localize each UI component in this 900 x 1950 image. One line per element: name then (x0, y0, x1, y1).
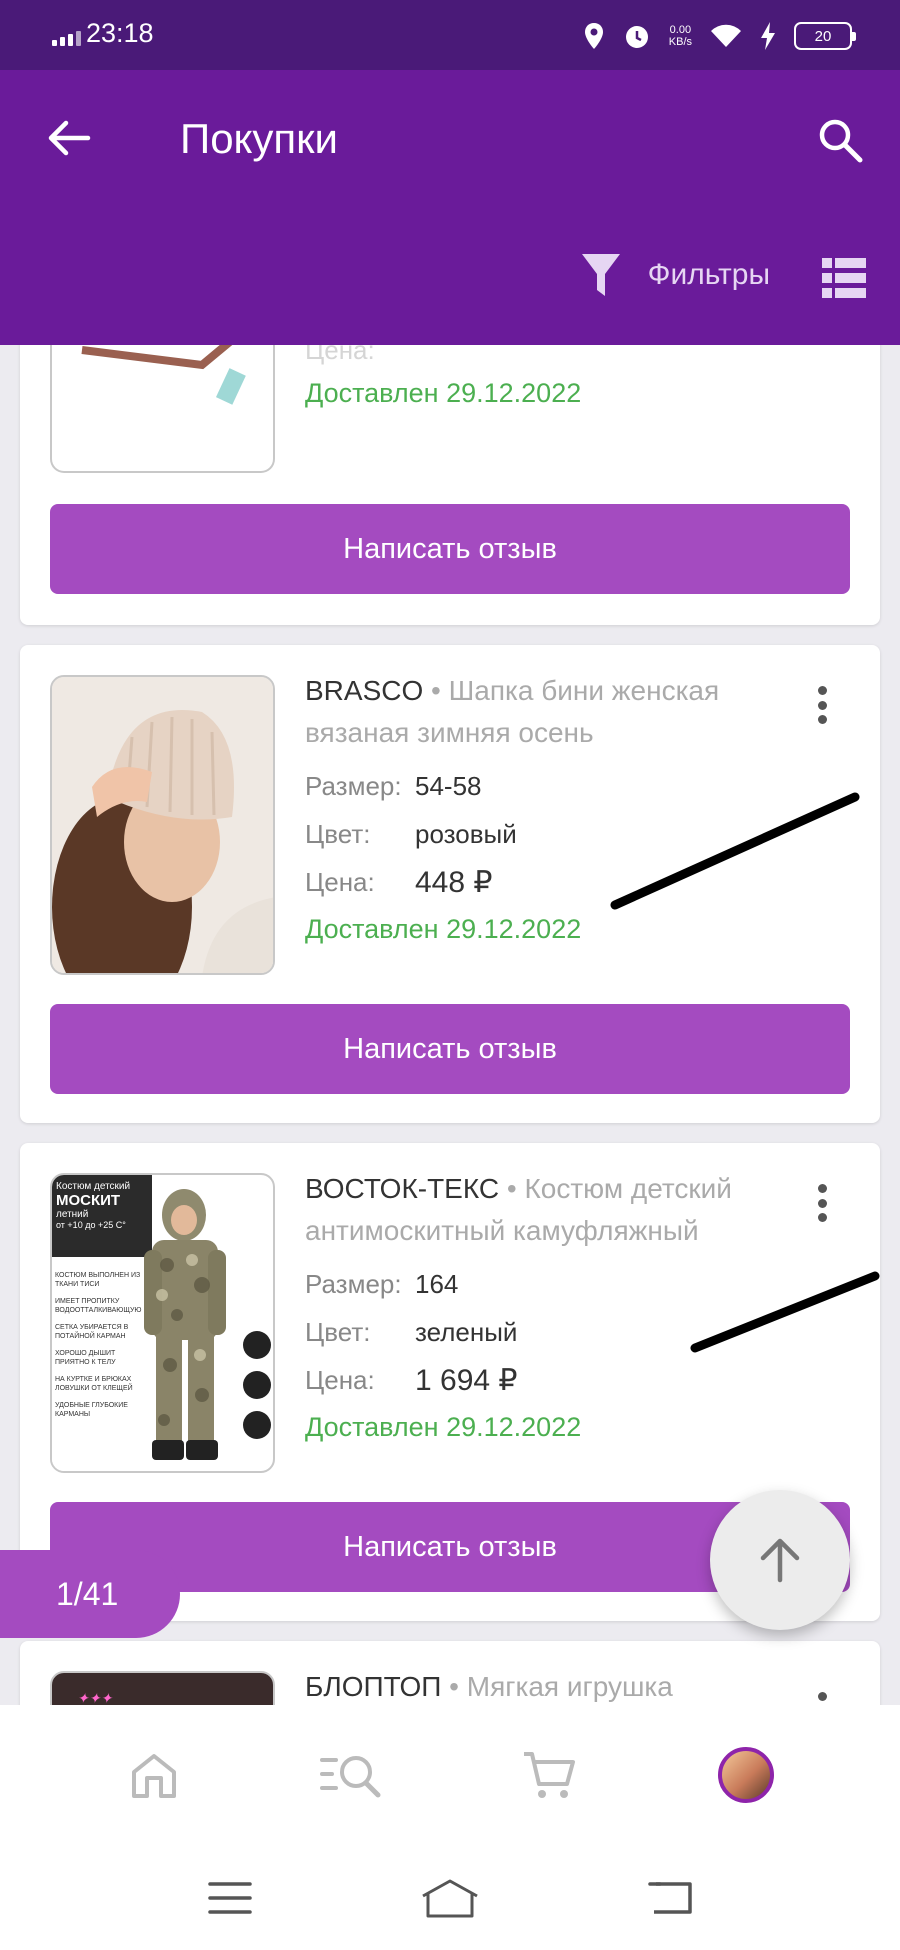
bottom-nav (0, 1705, 900, 1845)
profile-avatar (718, 1747, 775, 1803)
nav-catalog[interactable] (316, 1740, 386, 1810)
purchase-card: BRASCO • Шапка бини женская вязаная зимн… (20, 645, 880, 1123)
camo-suit-photo (144, 1189, 271, 1460)
nav-home[interactable] (119, 1740, 189, 1810)
svg-text:✦✦✦: ✦✦✦ (77, 1690, 113, 1705)
more-options-icon[interactable] (812, 680, 832, 730)
search-icon[interactable] (816, 116, 864, 164)
filters-button[interactable]: Фильтры (580, 252, 770, 298)
delivery-status: Доставлен 29.12.2022 (305, 1412, 582, 1442)
product-title[interactable]: ВОСТОК-ТЕКС • Костюм детский антимоскитн… (305, 1168, 805, 1252)
menu-icon (208, 1881, 252, 1914)
product-title[interactable]: BRASCO • Шапка бини женская вязаная зимн… (305, 670, 805, 754)
more-options-icon[interactable] (812, 1686, 832, 1705)
more-options-icon[interactable] (812, 1178, 832, 1228)
product-image[interactable]: ✦✦✦ (50, 1671, 275, 1705)
system-menu-button[interactable] (200, 1873, 260, 1923)
write-review-button[interactable]: Написать отзыв (50, 1004, 850, 1094)
product-image[interactable] (50, 675, 275, 975)
page-counter: 1/41 (0, 1550, 180, 1638)
nav-profile[interactable] (711, 1740, 781, 1810)
redaction-scribble (610, 792, 860, 910)
cart-icon (523, 1752, 575, 1798)
product-title[interactable]: БЛОПТОП • Мягкая игрушка (305, 1666, 805, 1705)
app-bar: Покупки Фильтры (0, 70, 900, 345)
product-image[interactable]: Костюм детский МОСКИТ летний от +10 до +… (50, 1173, 275, 1473)
delivery-status: Доставлен 29.12.2022 (305, 378, 582, 408)
system-home-button[interactable] (420, 1873, 480, 1923)
arrow-up-icon (760, 1538, 800, 1583)
back-icon (648, 1881, 692, 1914)
system-back-button[interactable] (640, 1873, 700, 1923)
purchase-card: ✦✦✦ БЛОПТОП • Мягкая игрушка (20, 1641, 880, 1705)
delivery-status: Доставлен 29.12.2022 (305, 914, 582, 944)
price-row: Цена: 1 694 ₽ (305, 1363, 518, 1397)
page-title: Покупки (180, 115, 338, 162)
nav-cart[interactable] (514, 1740, 584, 1810)
list-view-icon[interactable] (822, 258, 866, 298)
redaction-scribble (690, 1271, 880, 1353)
write-review-button[interactable]: Написать отзыв (50, 504, 850, 594)
filter-icon (581, 254, 620, 296)
toy-photo-fragment: ✦✦✦ (77, 1690, 113, 1705)
catalog-search-icon (320, 1756, 381, 1798)
scroll-to-top-button[interactable] (710, 1490, 850, 1630)
home-icon (131, 1754, 176, 1798)
beanie-photo (52, 677, 273, 973)
back-arrow-icon[interactable] (46, 115, 92, 161)
system-nav (0, 1845, 900, 1950)
home-icon (422, 1879, 478, 1917)
